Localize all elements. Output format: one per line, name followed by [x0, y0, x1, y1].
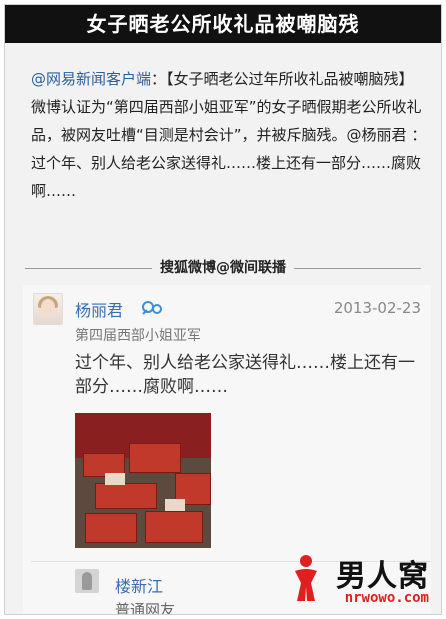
gifts-photo[interactable]	[75, 413, 211, 548]
post-text: 过个年、别人给老公家送得礼……楼上还有一部分……腐败啊……	[75, 353, 415, 397]
gift-box	[85, 513, 137, 543]
photo-highlight	[165, 499, 185, 511]
news-excerpt: @网易新闻客户端：【女子晒老公过年所收礼品被嘲脑残】微博认证为“第四届西部小姐亚…	[5, 43, 441, 253]
page-title: 女子晒老公所收礼品被嘲脑残	[5, 5, 441, 43]
photo-highlight	[105, 473, 125, 485]
avatar-face	[41, 299, 55, 315]
divider-label: 搜狐微博@微间联播	[152, 257, 294, 277]
screenshot-frame: 女子晒老公所收礼品被嘲脑残 @网易新闻客户端：【女子晒老公过年所收礼品被嘲脑残】…	[4, 4, 442, 615]
user-title: 第四届西部小姐亚军	[75, 328, 201, 344]
post-date: 2013-02-23	[333, 299, 421, 317]
site-watermark: 男人窝 nrwowo.com	[291, 551, 431, 606]
post-username[interactable]: 杨丽君	[75, 297, 123, 321]
second-user-name[interactable]: 楼新江	[115, 573, 163, 597]
avatar-figure	[82, 572, 92, 590]
verified-badge-icon	[141, 299, 165, 317]
news-body: ：【女子晒老公过年所收礼品被嘲脑残】微博认证为“第四届西部小姐亚军”的女子晒假期…	[31, 70, 427, 200]
watermark-figure-icon	[295, 555, 317, 601]
watermark-domain: nrwowo.com	[344, 590, 429, 606]
gift-box	[95, 483, 157, 509]
gift-box	[145, 511, 203, 543]
news-source-link[interactable]: @网易新闻客户端	[31, 70, 151, 88]
gift-box	[129, 443, 181, 473]
avatar[interactable]	[33, 293, 63, 325]
section-divider: 搜狐微博@微间联播	[5, 257, 441, 279]
watermark-brand: 男人窝	[336, 559, 429, 594]
second-user-title: 普通网友	[115, 601, 176, 615]
second-user-avatar[interactable]	[75, 569, 99, 593]
